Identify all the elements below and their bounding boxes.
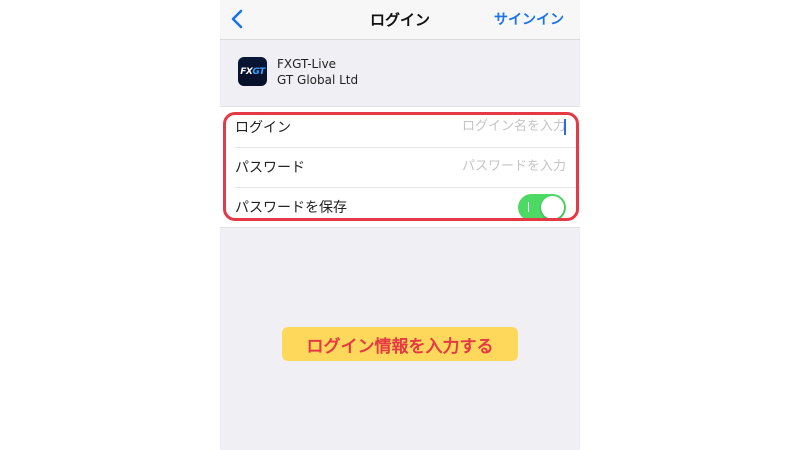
logo-text-gt: GT — [252, 66, 265, 77]
fxgt-logo: FXGT — [238, 57, 267, 86]
instruction-callout: ログイン情報を入力する — [282, 327, 518, 361]
login-input[interactable] — [416, 116, 566, 136]
password-row: パスワード — [235, 147, 580, 188]
save-password-row: パスワードを保存 — [235, 187, 580, 227]
toggle-on-indicator — [528, 202, 529, 212]
save-password-label: パスワードを保存 — [235, 200, 347, 216]
toggle-knob — [541, 196, 564, 219]
password-input[interactable] — [416, 156, 566, 176]
server-company: GT Global Ltd — [277, 73, 359, 87]
save-password-toggle[interactable] — [518, 194, 566, 221]
phone-screen: ログイン サインイン FXGT FXGT-Live GT Global Ltd … — [220, 0, 580, 450]
password-label: パスワード — [235, 160, 305, 176]
sign-in-button[interactable]: サインイン — [494, 9, 564, 29]
text-caret — [564, 119, 566, 135]
login-label: ログイン — [235, 120, 291, 136]
navigation-bar: ログイン サインイン — [220, 0, 580, 40]
logo-text-fx: FX — [240, 66, 253, 77]
server-info: FXGT FXGT-Live GT Global Ltd — [220, 40, 580, 106]
login-row: ログイン — [235, 107, 580, 148]
login-form: ログイン パスワード パスワードを保存 — [220, 106, 580, 228]
server-name: FXGT-Live — [277, 57, 337, 71]
